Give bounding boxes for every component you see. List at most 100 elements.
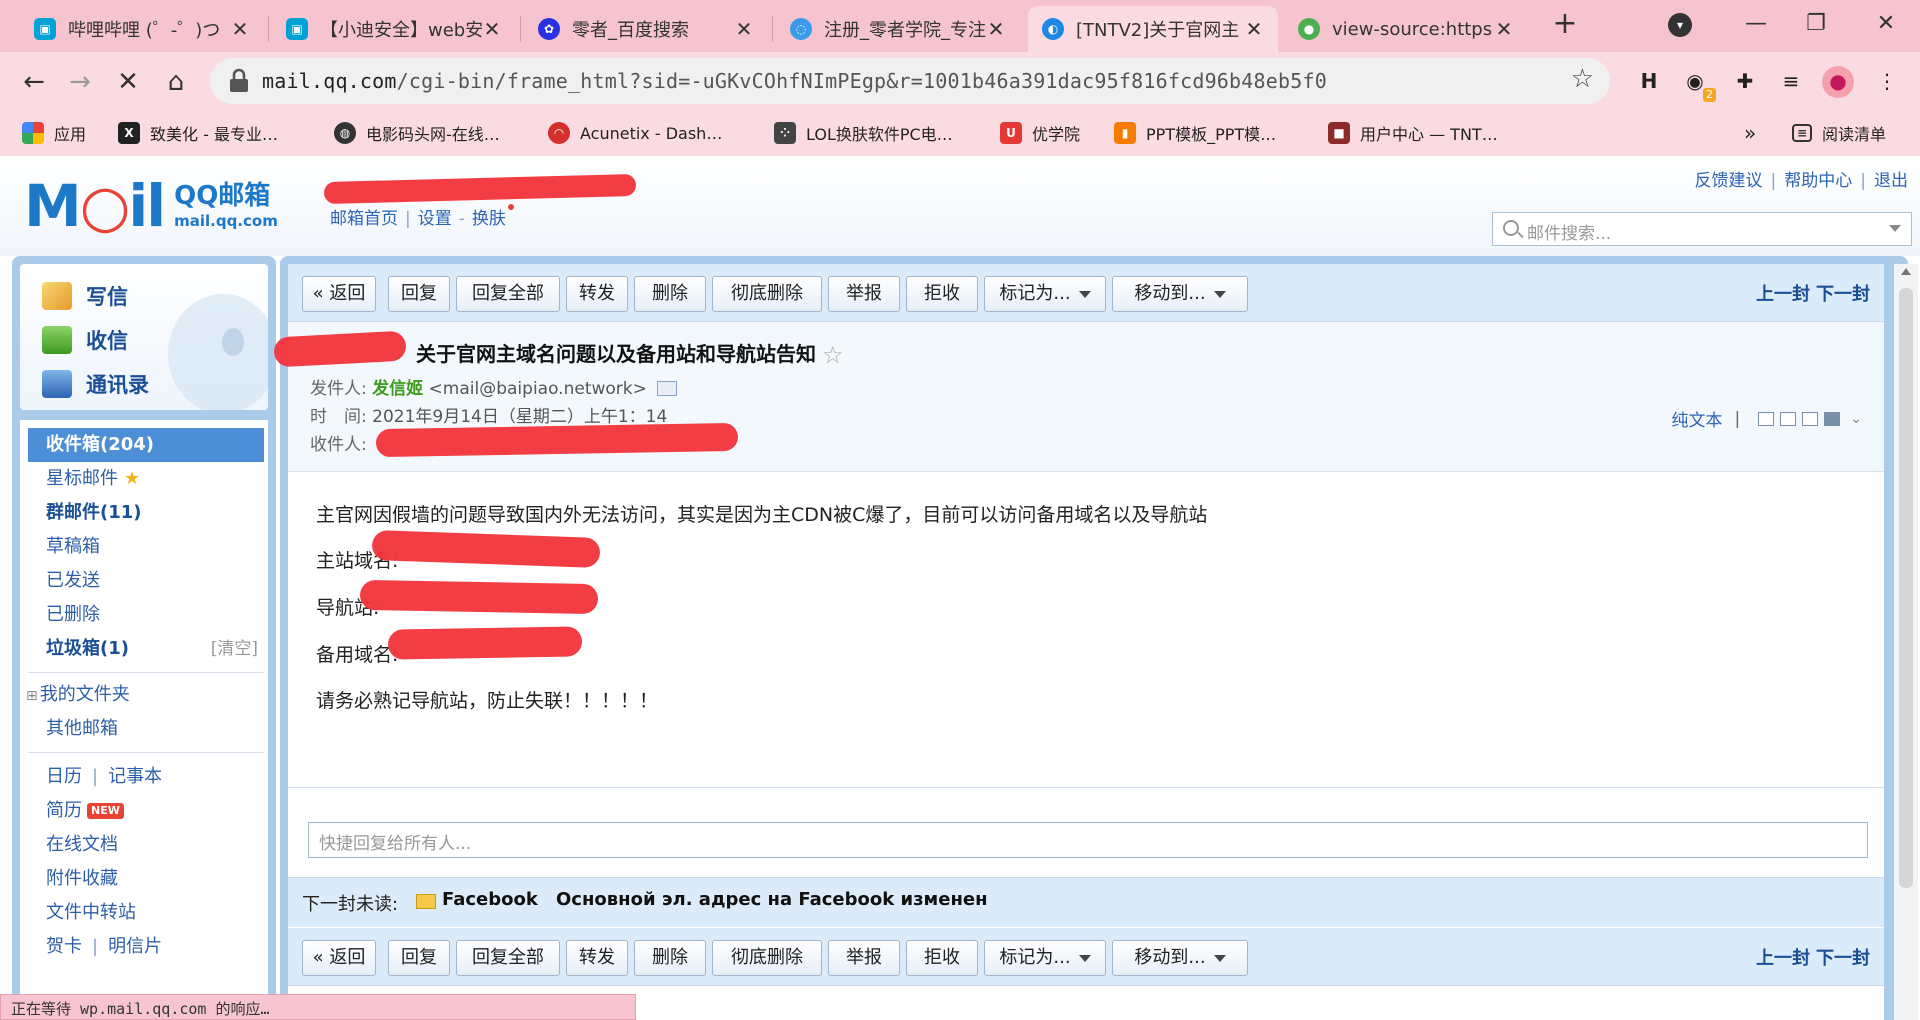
new-tab-plus-icon[interactable]: + bbox=[1548, 8, 1582, 42]
star-outline-icon[interactable]: ☆ bbox=[822, 341, 844, 369]
resume-link[interactable]: 简历 NEW bbox=[20, 794, 268, 828]
folder-spam[interactable]: 垃圾箱(1) [清空] bbox=[20, 632, 268, 666]
close-icon[interactable]: ✕ bbox=[482, 17, 502, 41]
next-mail-link[interactable]: 下一封 bbox=[1816, 284, 1870, 305]
sender-name[interactable]: 发信姬 bbox=[372, 379, 423, 399]
tab-register[interactable]: ◌ 注册_零者学院_专注 ✕ bbox=[776, 6, 1020, 52]
qq-mail-logo[interactable]: M○il QQ邮箱 mail.qq.com bbox=[24, 176, 278, 236]
greeting-cards-link[interactable]: 贺卡 bbox=[46, 936, 82, 957]
folder-deleted[interactable]: 已删除 bbox=[20, 598, 268, 632]
folder-sent[interactable]: 已发送 bbox=[20, 564, 268, 598]
bookmark-lol[interactable]: ⁘ LOL换肤软件PC电… bbox=[774, 120, 953, 146]
bookmark-zhimeihua[interactable]: X 致美化 - 最专业… bbox=[118, 120, 278, 146]
receive-button[interactable]: 收信 bbox=[42, 322, 128, 358]
scroll-up-arrow-icon[interactable] bbox=[1901, 268, 1911, 275]
next-mail-link[interactable]: 下一封 bbox=[1816, 948, 1870, 969]
my-folders[interactable]: ⊞ 我的文件夹 bbox=[20, 678, 268, 712]
bookmark-movie[interactable]: ◍ 电影码头网-在线… bbox=[334, 120, 500, 146]
folder-starred[interactable]: 星标邮件 ★ bbox=[20, 462, 268, 496]
settings-link[interactable]: 设置 bbox=[418, 209, 452, 229]
restore-icon[interactable]: ❐ bbox=[1796, 6, 1836, 42]
move-to-dropdown[interactable]: 移动到... bbox=[1112, 940, 1248, 976]
new-window-icon[interactable] bbox=[1758, 411, 1775, 426]
prev-mail-link[interactable]: 上一封 bbox=[1756, 284, 1810, 305]
tab-xiaodi[interactable]: ▣ 【小迪安全】web安 ✕ bbox=[272, 6, 516, 52]
tab-bilibili[interactable]: ▣ 哔哩哔哩 (゜-゜)つ ✕ bbox=[20, 6, 264, 52]
prev-mail-link[interactable]: 上一封 bbox=[1756, 948, 1810, 969]
tab-baidu[interactable]: ✿ 零者_百度搜索 ✕ bbox=[524, 6, 768, 52]
reject-button[interactable]: 拒收 bbox=[906, 276, 978, 312]
forward-button[interactable]: 转发 bbox=[566, 276, 628, 312]
back-button[interactable]: « 返回 bbox=[302, 940, 376, 976]
attachments-link[interactable]: 附件收藏 bbox=[20, 862, 268, 896]
more-bookmarks-chevron[interactable]: » bbox=[1744, 120, 1756, 146]
calendar-link[interactable]: 日历 bbox=[46, 766, 82, 787]
contact-card-icon[interactable] bbox=[656, 381, 677, 396]
minimize-icon[interactable]: — bbox=[1736, 6, 1776, 42]
tab-search-chevron-icon[interactable]: ▾ bbox=[1668, 13, 1692, 37]
help-center-link[interactable]: 帮助中心 bbox=[1784, 171, 1852, 191]
file-transfer-link[interactable]: 文件中转站 bbox=[20, 896, 268, 930]
reply-button[interactable]: 回复 bbox=[388, 276, 450, 312]
puzzle-extensions-icon[interactable]: ✚ bbox=[1730, 66, 1760, 96]
bookmark-acunetix[interactable]: ◠ Acunetix - Dash… bbox=[548, 120, 722, 146]
mark-as-dropdown[interactable]: 标记为... bbox=[984, 940, 1106, 976]
more-menu-icon[interactable]: ⋮ bbox=[1872, 66, 1902, 96]
profile-avatar-icon[interactable]: ● bbox=[1822, 66, 1854, 98]
reading-list[interactable]: ≡ 阅读清单 bbox=[1792, 120, 1886, 146]
close-icon[interactable]: ✕ bbox=[230, 17, 250, 41]
next-unread-from[interactable]: Facebook bbox=[442, 889, 538, 910]
search-dropdown-icon[interactable] bbox=[1889, 225, 1901, 232]
folder-inbox[interactable]: 收件箱(204) bbox=[28, 428, 264, 462]
home-icon[interactable]: ⌂ bbox=[156, 62, 196, 102]
page-scrollbar[interactable] bbox=[1894, 264, 1918, 1020]
bookmark-star-icon[interactable]: ☆ bbox=[1571, 64, 1594, 94]
close-icon[interactable]: ✕ bbox=[734, 17, 754, 41]
stop-loading-icon[interactable]: ✕ bbox=[108, 62, 148, 102]
permanent-delete-button[interactable]: 彻底删除 bbox=[712, 276, 822, 312]
tab-tntv2-active[interactable]: ◐ [TNTV2]关于官网主 ✕ bbox=[1028, 6, 1278, 52]
postcards-link[interactable]: 明信片 bbox=[108, 936, 162, 957]
expand-double-chevron-icon[interactable]: ⌄ bbox=[1850, 411, 1862, 427]
bookmark-youxueyuan[interactable]: U 优学院 bbox=[1000, 120, 1080, 146]
quick-reply-input[interactable]: 快捷回复给所有人... bbox=[308, 822, 1868, 858]
save-icon[interactable] bbox=[1802, 411, 1819, 426]
bookmark-tnt[interactable]: ■ 用户中心 — TNT… bbox=[1328, 120, 1498, 146]
close-icon[interactable]: ✕ bbox=[986, 17, 1006, 41]
reply-all-button[interactable]: 回复全部 bbox=[456, 276, 560, 312]
bookmark-apps[interactable]: 应用 bbox=[22, 120, 86, 146]
folder-drafts[interactable]: 草稿箱 bbox=[20, 530, 268, 564]
plain-text-link[interactable]: 纯文本 bbox=[1672, 406, 1723, 431]
tab-view-source[interactable]: ● view-source:https ✕ bbox=[1284, 6, 1528, 52]
copy-icon[interactable] bbox=[1780, 411, 1797, 426]
address-bar[interactable]: mail.qq.com/cgi-bin/frame_html?sid=-uGKv… bbox=[210, 58, 1610, 104]
permanent-delete-button[interactable]: 彻底删除 bbox=[712, 940, 822, 976]
notes-link[interactable]: 记事本 bbox=[108, 766, 162, 787]
mailbox-home-link[interactable]: 邮箱首页 bbox=[330, 209, 398, 229]
mail-search-input[interactable]: 邮件搜索... bbox=[1492, 212, 1912, 246]
close-window-icon[interactable]: ✕ bbox=[1866, 6, 1906, 42]
feedback-link[interactable]: 反馈建议 bbox=[1695, 171, 1763, 191]
logout-link[interactable]: 退出 bbox=[1874, 171, 1908, 191]
back-button[interactable]: « 返回 bbox=[302, 276, 376, 312]
extension-q-icon[interactable]: ◉ 2 bbox=[1680, 66, 1716, 102]
close-icon[interactable]: ✕ bbox=[1244, 17, 1264, 41]
back-arrow-icon[interactable]: ← bbox=[14, 62, 54, 102]
report-button[interactable]: 举报 bbox=[828, 940, 900, 976]
other-mailboxes[interactable]: 其他邮箱 bbox=[20, 712, 268, 746]
compose-button[interactable]: 写信 bbox=[42, 278, 128, 314]
delete-button[interactable]: 删除 bbox=[634, 940, 706, 976]
print-icon[interactable] bbox=[1824, 411, 1841, 426]
expand-plus-icon[interactable]: ⊞ bbox=[26, 688, 38, 704]
media-control-icon[interactable]: ≡ bbox=[1776, 66, 1806, 96]
scroll-thumb[interactable] bbox=[1899, 288, 1913, 888]
report-button[interactable]: 举报 bbox=[828, 276, 900, 312]
folder-group[interactable]: 群邮件(11) bbox=[20, 496, 268, 530]
next-unread-subject[interactable]: Основной эл. адрес на Facebook изменен bbox=[556, 889, 988, 910]
contacts-button[interactable]: 通讯录 bbox=[42, 366, 149, 402]
extension-h-icon[interactable]: H bbox=[1634, 66, 1664, 96]
forward-arrow-icon[interactable]: → bbox=[60, 62, 100, 102]
reject-button[interactable]: 拒收 bbox=[906, 940, 978, 976]
delete-button[interactable]: 删除 bbox=[634, 276, 706, 312]
reply-all-button[interactable]: 回复全部 bbox=[456, 940, 560, 976]
